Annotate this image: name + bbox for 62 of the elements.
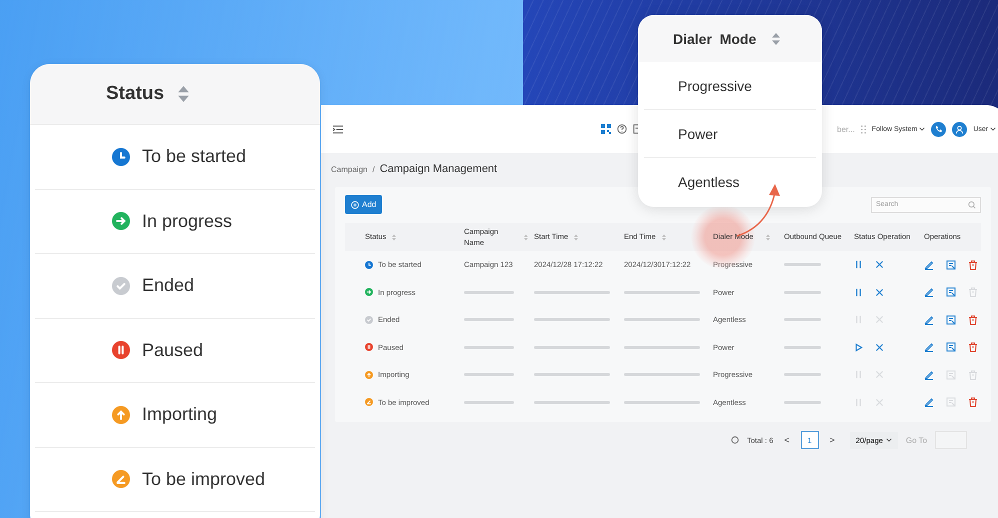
- document-icon[interactable]: [946, 287, 956, 298]
- placeholder-bar: [784, 400, 821, 404]
- breadcrumb-separator: /: [372, 165, 375, 174]
- menu-icon[interactable]: [333, 124, 343, 134]
- dialer-mode-title: Dialer Mode: [673, 30, 756, 46]
- delete-icon[interactable]: [968, 397, 978, 408]
- status-title: Status: [106, 83, 164, 105]
- edit-icon[interactable]: [924, 260, 934, 270]
- edit-icon[interactable]: [924, 397, 934, 408]
- status-text: Ended: [142, 275, 194, 296]
- go-to-label: Go To: [906, 436, 928, 444]
- pause-icon[interactable]: [854, 288, 863, 297]
- document-icon[interactable]: [946, 342, 956, 352]
- search-icon[interactable]: [968, 200, 976, 208]
- dialer-mode-option[interactable]: Agentless: [644, 158, 816, 205]
- placeholder-bar: [464, 346, 514, 349]
- delete-icon[interactable]: [968, 342, 978, 352]
- status-text: Paused: [142, 340, 204, 361]
- sort-icon[interactable]: [178, 86, 190, 102]
- user-icon[interactable]: [952, 122, 968, 136]
- chevron-down-icon: [886, 438, 892, 442]
- placeholder-bar: [784, 318, 821, 322]
- edit-icon[interactable]: [924, 314, 934, 325]
- page-title: Campaign Management: [380, 163, 498, 175]
- help-icon[interactable]: [617, 124, 627, 134]
- placeholder-bar: [464, 318, 514, 322]
- sort-icon[interactable]: [772, 32, 780, 44]
- qr-code-icon[interactable]: [601, 124, 611, 134]
- plus-circle-icon: [351, 200, 359, 208]
- breadcrumb-link[interactable]: Campaign: [331, 165, 368, 174]
- status-text: To be improved: [142, 468, 266, 490]
- close-icon[interactable]: [875, 260, 884, 270]
- placeholder-bar: [464, 400, 514, 404]
- placeholder-bar: [784, 373, 821, 376]
- pause-icon[interactable]: [854, 260, 863, 270]
- close-icon[interactable]: [875, 288, 884, 297]
- delete-icon[interactable]: [968, 314, 978, 325]
- close-icon[interactable]: [875, 342, 884, 352]
- edit-icon[interactable]: [924, 370, 934, 380]
- phone-icon[interactable]: [931, 122, 946, 136]
- previous-page-button[interactable]: <: [781, 435, 793, 445]
- placeholder-bar: [784, 346, 821, 349]
- next-page-button[interactable]: >: [826, 435, 838, 445]
- placeholder-bar: [464, 290, 514, 294]
- placeholder-bar: [784, 263, 821, 266]
- chevron-down-icon: [919, 127, 926, 131]
- placeholder-bar: [784, 290, 821, 294]
- document-icon[interactable]: [946, 314, 956, 325]
- status-text: Importing: [142, 404, 218, 426]
- dialer-mode-option[interactable]: Power: [644, 110, 816, 158]
- status-text: In progress: [142, 210, 232, 232]
- placeholder-bar: [464, 373, 514, 376]
- add-button[interactable]: Add: [345, 195, 382, 214]
- status-text: To be started: [142, 146, 246, 168]
- delete-icon[interactable]: [968, 260, 978, 270]
- chevron-down-icon: [990, 127, 996, 131]
- play-icon[interactable]: [854, 342, 863, 352]
- dots-grid-icon[interactable]: [860, 124, 866, 134]
- document-icon[interactable]: [946, 260, 956, 270]
- edit-icon[interactable]: [924, 342, 934, 352]
- edit-icon[interactable]: [924, 287, 934, 298]
- dialer-mode-option[interactable]: Progressive: [644, 62, 816, 110]
